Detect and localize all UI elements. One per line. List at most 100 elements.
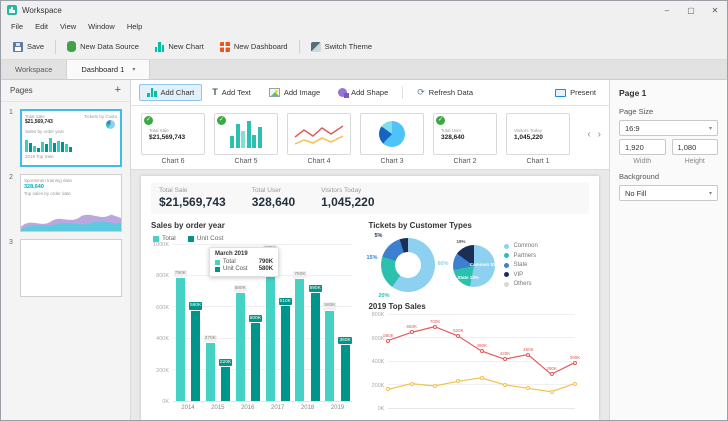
strip-next-button[interactable]: › xyxy=(598,129,601,140)
tickets-legend-dot xyxy=(504,263,509,268)
add-page-button[interactable]: + xyxy=(115,85,121,96)
strip-chart-5[interactable]: ✓ Chart 5 xyxy=(214,113,278,165)
line-chart-plot: 580K650K700K620K490K420K460K290K390K xyxy=(388,315,575,409)
add-shape-button[interactable]: Add Shape xyxy=(330,84,396,101)
kpi-total-sale: Total Sale $21,569,743 xyxy=(159,187,226,209)
menu-view[interactable]: View xyxy=(54,22,82,31)
tickets-chart-title: Tickets by Customer Types xyxy=(368,221,589,230)
menu-help[interactable]: Help xyxy=(121,22,148,31)
dashboard-icon xyxy=(220,42,230,52)
height-label: Height xyxy=(672,158,719,165)
bar-chart-legend: Total Unit Cost xyxy=(153,235,352,242)
chart-tooltip: March 2019 Total 790K Unit Cost xyxy=(209,247,279,277)
tickets-chart-widget[interactable]: Tickets by Customer Types 60% 20% 15% 5% xyxy=(368,221,589,297)
tab-dashboard-1[interactable]: Dashboard 1 ▾ xyxy=(67,60,150,79)
tickets-legend-dot xyxy=(504,244,509,249)
refresh-data-button[interactable]: ⟳ Refresh Data xyxy=(409,84,481,101)
chevron-down-icon: ▾ xyxy=(709,190,712,197)
chevron-down-icon: ▾ xyxy=(709,125,712,132)
chart-icon xyxy=(155,41,165,52)
kpi-visitors-today: Visitors Today 1,045,220 xyxy=(321,187,374,209)
tickets-legend-dot xyxy=(504,272,509,277)
page-height-input[interactable]: 1,080 xyxy=(672,139,719,155)
new-chart-button[interactable]: New Chart xyxy=(147,38,212,55)
save-button[interactable]: Save xyxy=(5,39,52,55)
donut-label: 20% xyxy=(378,293,389,299)
thumb2-value: 328,640 xyxy=(24,184,118,190)
background-select[interactable]: No Fill ▾ xyxy=(619,185,718,201)
tickets-legend-dot xyxy=(504,282,509,287)
chevron-down-icon[interactable]: ▾ xyxy=(132,66,135,73)
check-icon: ✓ xyxy=(217,116,226,125)
line-chart-widget[interactable]: 2019 Top Sales 0K200K400K600K800K 580K65… xyxy=(368,302,589,413)
page-size-select[interactable]: 16:9 ▾ xyxy=(619,120,718,136)
thumb1-right-title: Tickets by Custo xyxy=(84,114,117,119)
close-button[interactable]: ✕ xyxy=(703,1,727,19)
strip-prev-button[interactable]: ‹ xyxy=(587,129,590,140)
add-image-icon xyxy=(269,88,280,97)
props-panel-title: Page 1 xyxy=(619,88,718,98)
new-data-source-button[interactable]: New Data Source xyxy=(59,38,147,55)
thumb1-kpi-value: $21,569,743 xyxy=(25,119,53,125)
minimize-button[interactable]: – xyxy=(655,1,679,19)
tickets-donut xyxy=(381,238,435,292)
add-text-icon: T xyxy=(212,88,218,97)
theme-icon xyxy=(311,42,321,52)
thumb2-mini-area-chart xyxy=(21,205,121,231)
new-dashboard-button[interactable]: New Dashboard xyxy=(212,39,296,55)
maximize-button[interactable]: ▢ xyxy=(679,1,703,19)
mini-line-chart-icon xyxy=(291,117,347,151)
page-thumbnail-2[interactable]: 2 Sportsmen training data 328,640 Top sa… xyxy=(1,167,130,232)
width-label: Width xyxy=(619,158,666,165)
background-label: Background xyxy=(619,172,718,181)
pages-panel-title: Pages xyxy=(10,86,33,95)
menubar: File Edit View Window Help xyxy=(1,19,727,34)
toolbar-divider xyxy=(299,40,300,54)
line-chart-title: 2019 Top Sales xyxy=(368,302,589,311)
bar-legend-swatch xyxy=(153,236,159,242)
menu-file[interactable]: File xyxy=(5,22,29,31)
toolbar-divider xyxy=(55,40,56,54)
strip-chart-3[interactable]: Chart 3 xyxy=(360,113,424,165)
bar-chart-xlabels: 201420152016201720182019 xyxy=(173,402,352,413)
kpi-widget[interactable]: Total Sale $21,569,743 Total User 328,64… xyxy=(151,183,589,214)
data-source-icon xyxy=(67,41,76,52)
pages-panel: Pages + 1 Total Sale $21,569,743 Tickets… xyxy=(1,80,131,420)
menu-edit[interactable]: Edit xyxy=(29,22,54,31)
page-width-input[interactable]: 1,920 xyxy=(619,139,666,155)
bar-chart-title: Sales by order year xyxy=(151,221,352,230)
main-toolbar: Save New Data Source New Chart New Dashb… xyxy=(1,34,727,60)
thumb1-bottom-title: 2019 Top Sale xyxy=(25,154,117,159)
strip-chart-1[interactable]: Visitors Today 1,045,220 Chart 1 xyxy=(506,113,570,165)
tickets-legend: Common Partners State VIP Others xyxy=(504,243,537,287)
bar-chart-widget[interactable]: Sales by order year Total Unit Cost 0K20… xyxy=(151,221,352,413)
add-chart-icon xyxy=(147,88,157,97)
thumb1-mini-bars xyxy=(25,136,117,152)
strip-chart-2[interactable]: ✓ Total User 328,640 Chart 2 xyxy=(433,113,497,165)
check-icon: ✓ xyxy=(144,116,153,125)
present-button[interactable]: Present xyxy=(550,85,601,100)
donut-label: 15% xyxy=(366,255,377,261)
dashboard-page: Total Sale $21,569,743 Total User 328,64… xyxy=(141,176,599,420)
page-thumbnail-1[interactable]: 1 Total Sale $21,569,743 Tickets by Cust… xyxy=(1,102,130,167)
page-thumbnail-3[interactable]: 3 xyxy=(1,232,130,297)
strip-chart-6[interactable]: ✓ Total Sale $21,569,743 Chart 6 xyxy=(141,113,205,165)
switch-theme-button[interactable]: Switch Theme xyxy=(303,39,380,55)
app-window: Workspace – ▢ ✕ File Edit View Window He… xyxy=(0,0,728,421)
tab-workspace[interactable]: Workspace xyxy=(1,60,67,79)
thumb2-title: Sportsmen training data xyxy=(24,178,118,183)
document-tabbar: Workspace Dashboard 1 ▾ xyxy=(1,60,727,80)
add-text-button[interactable]: T Add Text xyxy=(204,84,259,101)
strip-chart-4[interactable]: Chart 4 xyxy=(287,113,351,165)
menu-window[interactable]: Window xyxy=(82,22,121,31)
toolbar-divider xyxy=(402,86,403,99)
window-title: Workspace xyxy=(22,6,62,15)
app-logo-icon xyxy=(7,5,17,15)
add-chart-button[interactable]: Add Chart xyxy=(139,84,202,101)
kpi-total-user: Total User 328,640 xyxy=(252,187,295,209)
mini-pie-chart-icon xyxy=(379,121,405,147)
add-image-button[interactable]: Add Image xyxy=(261,84,328,101)
line-chart-yaxis: 0K200K400K600K800K xyxy=(368,315,388,409)
save-icon xyxy=(13,42,23,52)
bar-legend-swatch xyxy=(188,236,194,242)
